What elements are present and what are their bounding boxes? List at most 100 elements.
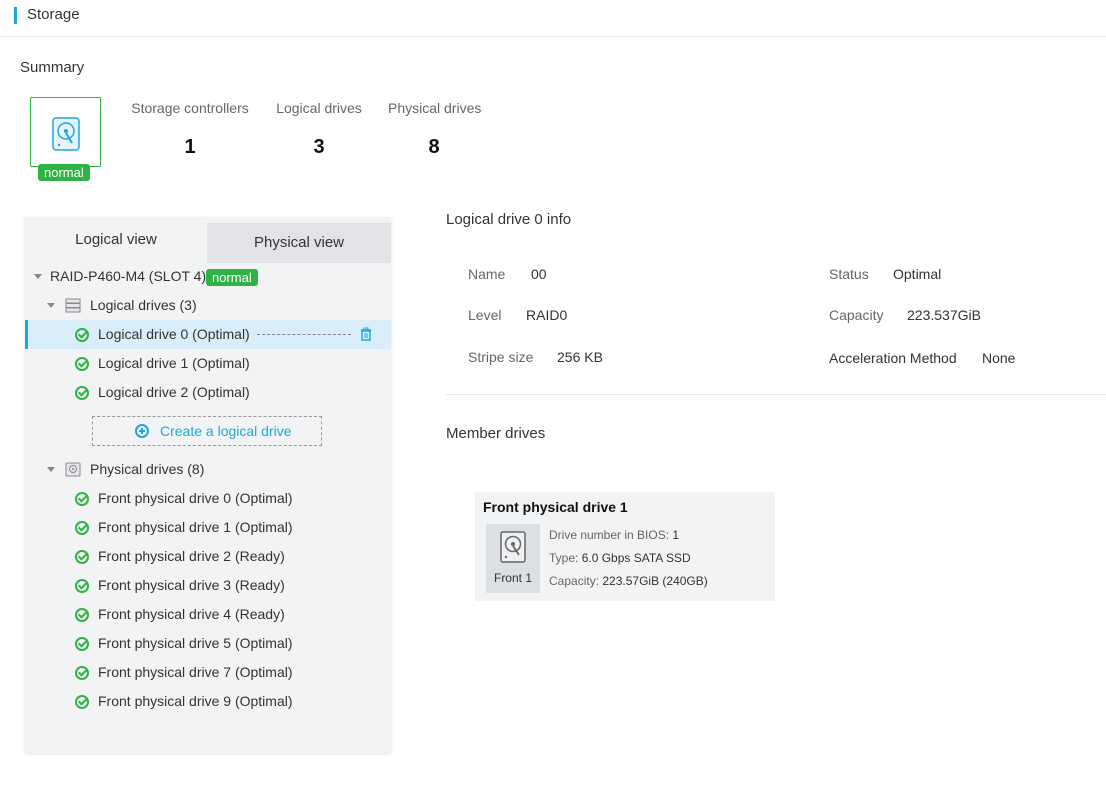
- check-circle-icon: [75, 357, 89, 371]
- check-circle-icon: [75, 492, 89, 506]
- tree-item-physical-drive[interactable]: Front physical drive 4 (Ready): [25, 600, 391, 629]
- field-acceleration-method: Acceleration Method None: [829, 350, 1015, 366]
- physical-drive-label: Front physical drive 5 (Optimal): [98, 635, 293, 651]
- check-circle-icon: [75, 521, 89, 535]
- tree-item-physical-drive[interactable]: Front physical drive 2 (Ready): [25, 542, 391, 571]
- tab-physical-view[interactable]: Physical view: [207, 223, 391, 263]
- drive-thumbnail: Front 1: [486, 524, 540, 593]
- physical-drive-label: Front physical drive 3 (Ready): [98, 577, 285, 593]
- physical-drive-label: Front physical drive 7 (Optimal): [98, 664, 293, 680]
- logical-drive-label: Logical drive 1 (Optimal): [98, 355, 250, 371]
- stat-label: Logical drives: [276, 100, 362, 116]
- field-name: Name 00: [468, 266, 547, 282]
- stat-storage-controllers: Storage controllers 1: [130, 100, 250, 159]
- physical-drives-group-label: Physical drives (8): [90, 461, 205, 477]
- drive-bios-label: Drive number in BIOS:: [549, 528, 673, 542]
- logical-drive-label: Logical drive 2 (Optimal): [98, 384, 250, 400]
- header-accent-bar: [14, 7, 17, 24]
- field-label: Stripe size: [468, 349, 534, 365]
- stat-logical-drives: Logical drives 3: [274, 100, 364, 159]
- physical-drive-label: Front physical drive 0 (Optimal): [98, 490, 293, 506]
- drive-bios-number: Drive number in BIOS: 1: [549, 528, 679, 542]
- page-header: Storage: [0, 0, 1106, 37]
- field-value: 00: [531, 266, 547, 282]
- create-logical-drive-label: Create a logical drive: [160, 423, 292, 439]
- stat-label: Physical drives: [388, 100, 482, 116]
- member-drives-title: Member drives: [446, 425, 546, 442]
- controller-label: RAID-P460-M4 (SLOT 4): [50, 268, 207, 284]
- stat-value: 1: [184, 136, 196, 158]
- drive-bios-value: 1: [672, 528, 680, 542]
- tab-logical-view[interactable]: Logical view: [25, 217, 207, 263]
- tree-item-physical-drive[interactable]: Front physical drive 3 (Ready): [25, 571, 391, 600]
- stat-value: 3: [313, 136, 325, 158]
- add-circle-icon: [135, 424, 149, 438]
- check-circle-icon: [75, 695, 89, 709]
- drive-capacity-label: Capacity:: [549, 574, 603, 588]
- drive-type-label: Type:: [549, 551, 582, 565]
- caret-down-icon[interactable]: [47, 467, 55, 472]
- status-badge: normal: [38, 164, 90, 181]
- create-logical-drive-button[interactable]: Create a logical drive: [92, 416, 322, 446]
- member-drive-card[interactable]: Front physical drive 1 Front 1 Drive num…: [475, 492, 775, 601]
- drive-capacity-value: 223.57GiB (240GB): [602, 574, 708, 588]
- logical-drive-info-title: Logical drive 0 info: [446, 211, 572, 228]
- check-circle-icon: [75, 328, 89, 342]
- tree-item-logical-drive-0[interactable]: Logical drive 0 (Optimal): [25, 320, 391, 349]
- tree-item-logical-drives[interactable]: Logical drives (3): [25, 291, 391, 320]
- field-stripe-size: Stripe size 256 KB: [468, 349, 603, 365]
- field-label: Name: [468, 266, 506, 282]
- hard-disk-icon: [65, 462, 81, 477]
- field-label: Level: [468, 307, 502, 323]
- caret-down-icon[interactable]: [47, 303, 55, 308]
- stat-label: Storage controllers: [131, 100, 249, 116]
- stat-value: 8: [428, 136, 440, 158]
- drive-type: Type: 6.0 Gbps SATA SSD: [549, 551, 691, 565]
- field-value: RAID0: [526, 307, 568, 323]
- logical-drives-group-label: Logical drives (3): [90, 297, 197, 313]
- field-label: Status: [829, 266, 869, 282]
- drive-capacity: Capacity: 223.57GiB (240GB): [549, 574, 708, 588]
- field-value: None: [982, 350, 1016, 366]
- server-icon: [65, 298, 81, 313]
- check-circle-icon: [75, 550, 89, 564]
- member-drive-title: Front physical drive 1: [483, 499, 628, 515]
- tree-item-logical-drive-1[interactable]: Logical drive 1 (Optimal): [25, 349, 391, 378]
- tree-item-controller[interactable]: RAID-P460-M4 (SLOT 4) normal: [25, 262, 391, 291]
- physical-drive-label: Front physical drive 4 (Ready): [98, 606, 285, 622]
- drive-type-value: 6.0 Gbps SATA SSD: [581, 551, 691, 565]
- field-value: 256 KB: [557, 349, 603, 365]
- field-value: 223.537GiB: [907, 307, 981, 323]
- check-circle-icon: [75, 637, 89, 651]
- tree-item-logical-drive-2[interactable]: Logical drive 2 (Optimal): [25, 378, 391, 407]
- field-level: Level RAID0: [468, 307, 567, 323]
- physical-drive-label: Front physical drive 1 (Optimal): [98, 519, 293, 535]
- field-label: Acceleration Method: [829, 350, 957, 366]
- caret-down-icon[interactable]: [34, 274, 42, 279]
- field-value: Optimal: [893, 266, 942, 282]
- tree-item-physical-drive[interactable]: Front physical drive 9 (Optimal): [25, 687, 391, 716]
- hard-disk-icon: [500, 531, 526, 563]
- tree-item-physical-drive[interactable]: Front physical drive 7 (Optimal): [25, 658, 391, 687]
- field-label: Capacity: [829, 307, 884, 323]
- tree-item-physical-drives[interactable]: Physical drives (8): [25, 455, 391, 484]
- controller-status-badge: normal: [206, 269, 258, 286]
- field-status: Status Optimal: [829, 266, 941, 282]
- physical-drive-label: Front physical drive 9 (Optimal): [98, 693, 293, 709]
- tree-item-physical-drive[interactable]: Front physical drive 1 (Optimal): [25, 513, 391, 542]
- trash-icon[interactable]: [360, 327, 372, 341]
- stat-physical-drives: Physical drives 8: [388, 100, 482, 159]
- logical-drive-label: Logical drive 0 (Optimal): [98, 326, 250, 342]
- field-capacity: Capacity 223.537GiB: [829, 307, 981, 323]
- hard-disk-icon: [52, 117, 80, 151]
- tree-item-physical-drive[interactable]: Front physical drive 0 (Optimal): [25, 484, 391, 513]
- section-divider: [446, 394, 1106, 395]
- storage-summary-icon: [30, 97, 101, 167]
- tree-item-physical-drive[interactable]: Front physical drive 5 (Optimal): [25, 629, 391, 658]
- check-circle-icon: [75, 608, 89, 622]
- check-circle-icon: [75, 579, 89, 593]
- summary-title: Summary: [20, 59, 85, 76]
- row-dashed-leader: [257, 334, 351, 335]
- storage-tree-panel: Logical view Physical view RAID-P460-M4 …: [25, 217, 391, 753]
- drive-thumbnail-label: Front 1: [493, 571, 532, 585]
